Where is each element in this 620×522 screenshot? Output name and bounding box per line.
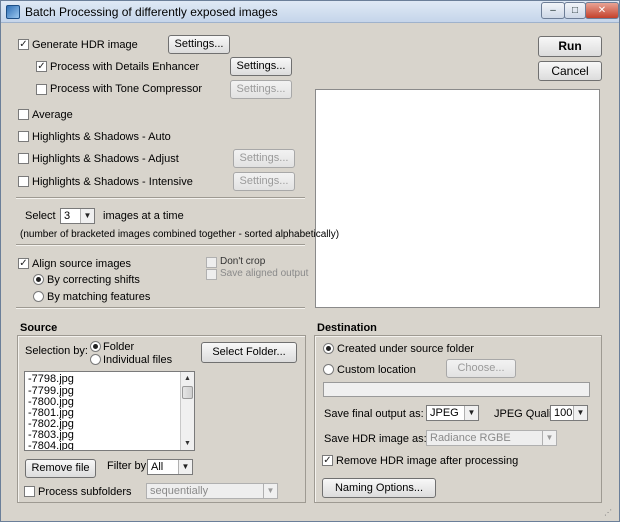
subfolder-mode-select[interactable]: sequentially ▼ bbox=[146, 483, 278, 499]
created-under-radio[interactable] bbox=[323, 343, 334, 354]
custom-location-label: Custom location bbox=[337, 364, 416, 376]
hs-intensive-checkbox[interactable] bbox=[18, 176, 29, 187]
final-format-value: JPEG bbox=[430, 407, 459, 419]
filter-by-label: Filter by: bbox=[107, 460, 150, 472]
filter-select[interactable]: All ▼ bbox=[147, 459, 193, 475]
by-shifts-radio[interactable] bbox=[33, 274, 44, 285]
cancel-button[interactable]: Cancel bbox=[538, 61, 602, 81]
subfolder-mode-value: sequentially bbox=[150, 485, 209, 497]
images-at-a-time-label: images at a time bbox=[103, 210, 184, 222]
average-checkbox[interactable] bbox=[18, 109, 29, 120]
process-subfolders-label: Process subfolders bbox=[38, 486, 132, 498]
minimize-button[interactable]: – bbox=[541, 2, 565, 19]
save-aligned-checkbox[interactable] bbox=[206, 269, 217, 280]
batch-processing-window: Batch Processing of differently exposed … bbox=[0, 0, 620, 522]
generate-hdr-settings-button[interactable]: Settings... bbox=[168, 35, 230, 54]
dont-crop-checkbox[interactable] bbox=[206, 257, 217, 268]
run-button[interactable]: Run bbox=[538, 36, 602, 57]
created-under-label: Created under source folder bbox=[337, 343, 474, 355]
chevron-down-icon: ▼ bbox=[80, 209, 94, 223]
individual-files-label: Individual files bbox=[103, 354, 173, 366]
average-label: Average bbox=[32, 109, 73, 121]
chevron-down-icon: ▼ bbox=[573, 406, 587, 420]
resize-grip-icon[interactable]: ⋰ bbox=[604, 507, 616, 519]
tone-compressor-checkbox[interactable] bbox=[36, 84, 47, 95]
align-checkbox[interactable]: ✓ bbox=[18, 258, 29, 269]
by-shifts-label: By correcting shifts bbox=[47, 274, 140, 286]
separator bbox=[16, 197, 305, 199]
naming-options-button[interactable]: Naming Options... bbox=[322, 478, 436, 498]
generate-hdr-label: Generate HDR image bbox=[32, 39, 138, 51]
folder-label: Folder bbox=[103, 341, 135, 353]
close-button[interactable]: ✕ bbox=[585, 2, 619, 19]
bracket-count-value: 3 bbox=[64, 210, 71, 222]
app-icon bbox=[6, 5, 20, 19]
custom-location-input[interactable] bbox=[323, 382, 590, 397]
folder-radio[interactable] bbox=[90, 341, 101, 352]
details-enhancer-settings-button[interactable]: Settings... bbox=[230, 57, 292, 76]
hs-auto-checkbox[interactable] bbox=[18, 131, 29, 142]
select-label: Select bbox=[25, 210, 56, 222]
remove-hdr-checkbox[interactable]: ✓ bbox=[322, 455, 333, 466]
individual-files-radio[interactable] bbox=[90, 354, 101, 365]
radio-dot bbox=[326, 346, 331, 351]
filter-value: All bbox=[151, 461, 164, 473]
destination-heading: Destination bbox=[317, 322, 377, 334]
dont-crop-label: Don't crop bbox=[220, 256, 266, 267]
choose-button[interactable]: Choose... bbox=[446, 359, 516, 378]
details-enhancer-checkbox[interactable]: ✓ bbox=[36, 61, 47, 72]
file-list[interactable]: -7798.jpg -7799.jpg -7800.jpg -7801.jpg … bbox=[24, 371, 195, 451]
selection-by-label: Selection by: bbox=[25, 345, 88, 357]
chevron-down-icon: ▼ bbox=[464, 406, 478, 420]
select-folder-button[interactable]: Select Folder... bbox=[201, 342, 297, 363]
hs-intensive-settings-button[interactable]: Settings... bbox=[233, 172, 295, 191]
bracket-count-select[interactable]: 3 ▼ bbox=[60, 208, 95, 224]
chevron-down-icon: ▼ bbox=[263, 484, 277, 498]
list-item[interactable]: -7804.jpg bbox=[28, 440, 74, 450]
generate-hdr-checkbox[interactable]: ✓ bbox=[18, 39, 29, 50]
process-subfolders-checkbox[interactable] bbox=[24, 486, 35, 497]
save-final-label: Save final output as: bbox=[324, 408, 424, 420]
window-title: Batch Processing of differently exposed … bbox=[25, 5, 278, 19]
scroll-up-icon[interactable]: ▲ bbox=[181, 372, 194, 385]
tone-compressor-settings-button[interactable]: Settings... bbox=[230, 80, 292, 99]
details-enhancer-label: Process with Details Enhancer bbox=[50, 61, 200, 73]
custom-location-radio[interactable] bbox=[323, 364, 334, 375]
save-hdr-label: Save HDR image as: bbox=[324, 433, 427, 445]
hs-adjust-checkbox[interactable] bbox=[18, 153, 29, 164]
jpeg-quality-select[interactable]: 100 ▼ bbox=[550, 405, 588, 421]
chevron-down-icon: ▼ bbox=[542, 431, 556, 445]
bracket-note: (number of bracketed images combined tog… bbox=[20, 229, 340, 240]
by-features-label: By matching features bbox=[47, 291, 151, 303]
separator bbox=[16, 307, 305, 309]
hs-intensive-label: Highlights & Shadows - Intensive bbox=[32, 176, 193, 188]
source-heading: Source bbox=[20, 322, 58, 334]
hs-adjust-label: Highlights & Shadows - Adjust bbox=[32, 153, 179, 165]
jpeg-quality-value: 100 bbox=[554, 407, 573, 419]
radio-dot bbox=[93, 344, 98, 349]
preview-area bbox=[315, 89, 600, 308]
list-item[interactable]: -7798.jpg bbox=[28, 373, 74, 385]
align-label: Align source images bbox=[32, 258, 132, 270]
by-features-radio[interactable] bbox=[33, 291, 44, 302]
maximize-button[interactable]: □ bbox=[564, 2, 586, 19]
final-format-select[interactable]: JPEG ▼ bbox=[426, 405, 479, 421]
file-list-scrollbar[interactable]: ▲ ▼ bbox=[180, 372, 194, 450]
remove-file-button[interactable]: Remove file bbox=[25, 459, 96, 478]
remove-hdr-label: Remove HDR image after processing bbox=[336, 455, 519, 467]
hs-auto-label: Highlights & Shadows - Auto bbox=[32, 131, 171, 143]
scroll-thumb[interactable] bbox=[182, 386, 193, 399]
chevron-down-icon: ▼ bbox=[178, 460, 192, 474]
hdr-format-value: Radiance RGBE bbox=[430, 432, 511, 444]
radio-dot bbox=[36, 277, 41, 282]
hs-adjust-settings-button[interactable]: Settings... bbox=[233, 149, 295, 168]
tone-compressor-label: Process with Tone Compressor bbox=[50, 83, 203, 95]
separator bbox=[16, 244, 305, 246]
hdr-format-select[interactable]: Radiance RGBE ▼ bbox=[426, 430, 557, 446]
scroll-down-icon[interactable]: ▼ bbox=[181, 437, 194, 450]
title-bar: Batch Processing of differently exposed … bbox=[1, 1, 619, 23]
save-aligned-label: Save aligned output bbox=[220, 268, 309, 279]
